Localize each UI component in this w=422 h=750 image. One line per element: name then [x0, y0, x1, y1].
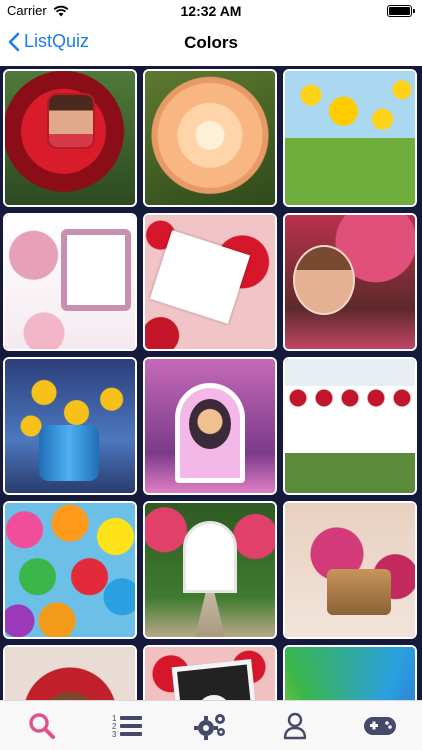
grid-tile-yellow-flowers-blue-vase[interactable] — [3, 357, 137, 495]
status-bar: Carrier 12:32 AM — [0, 0, 422, 22]
grid-tile-pink-flowers-camera[interactable] — [283, 501, 417, 639]
grid-tile-pink-roses-frame[interactable] — [3, 213, 137, 351]
gears-icon — [194, 713, 226, 740]
person-icon — [284, 712, 307, 739]
grid-tile-neon-arch-portrait[interactable] — [143, 357, 277, 495]
grid-tile-roses-arch-portrait[interactable] — [3, 645, 137, 700]
status-time: 12:32 AM — [180, 3, 242, 19]
tab-list[interactable]: 1 2 3 — [84, 701, 168, 750]
battery-fill — [389, 7, 410, 15]
tab-search[interactable] — [0, 701, 84, 750]
grid-tile-peach-rose[interactable] — [143, 69, 277, 207]
grid-tile-yellow-flowers-field[interactable] — [283, 69, 417, 207]
battery-icon — [387, 5, 415, 17]
grid-tile-red-roses-card[interactable] — [143, 213, 277, 351]
search-icon — [29, 712, 56, 739]
grid-tile-red-rose-photo-frame[interactable] — [3, 69, 137, 207]
grid-tile-wedding-stage[interactable] — [283, 357, 417, 495]
tab-games[interactable] — [338, 701, 422, 750]
grid-tile-colored-pencils[interactable] — [283, 645, 417, 700]
numbered-list-icon: 1 2 3 — [112, 714, 142, 739]
tab-profile[interactable] — [253, 701, 337, 750]
tab-bar: 1 2 3 — [0, 700, 422, 750]
grid-tile-garden-gate[interactable] — [143, 501, 277, 639]
grid-tile-red-roses-camera-frame[interactable] — [143, 645, 277, 700]
image-grid[interactable] — [0, 66, 422, 700]
tab-settings[interactable] — [169, 701, 253, 750]
grid-tile-colorful-umbrellas[interactable] — [3, 501, 137, 639]
page-title: Colors — [184, 33, 238, 52]
gamepad-icon — [363, 716, 396, 735]
navigation-bar: ListQuiz Colors — [0, 22, 422, 66]
grid-tile-blossom-tree-portrait-frame[interactable] — [283, 213, 417, 351]
svg-text:3: 3 — [112, 730, 117, 739]
grid-container — [0, 66, 422, 700]
